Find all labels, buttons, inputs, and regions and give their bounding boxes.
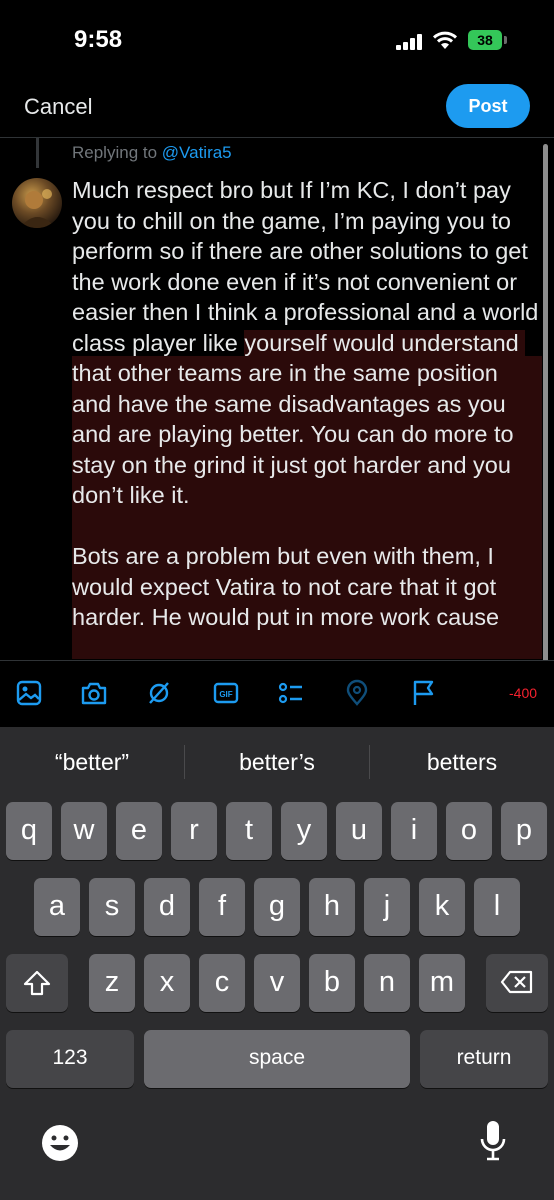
key-b[interactable]: b — [309, 954, 355, 1012]
key-j[interactable]: j — [364, 878, 410, 936]
compose-header: Cancel Post — [0, 84, 554, 136]
camera-icon[interactable] — [80, 679, 108, 707]
key-v[interactable]: v — [254, 954, 300, 1012]
reply-handle[interactable]: @Vatira5 — [162, 143, 232, 162]
key-o[interactable]: o — [446, 802, 492, 860]
keyboard: “better” better’s betters q w e r t y u … — [0, 727, 554, 1200]
thread-line — [36, 138, 39, 168]
space-key[interactable]: space — [144, 1030, 410, 1088]
microphone-icon[interactable] — [478, 1119, 508, 1168]
key-p[interactable]: p — [501, 802, 547, 860]
key-d[interactable]: d — [144, 878, 190, 936]
compose-textarea[interactable]: Much respect bro but If I’m KC, I don’t … — [72, 175, 542, 659]
character-counter: -400 — [509, 685, 538, 701]
compose-toolbar: GIF -400 — [0, 660, 554, 727]
key-h[interactable]: h — [309, 878, 355, 936]
key-z[interactable]: z — [89, 954, 135, 1012]
scrollbar[interactable] — [543, 144, 548, 664]
key-i[interactable]: i — [391, 802, 437, 860]
status-bar: 9:58 38 — [0, 0, 554, 84]
return-key[interactable]: return — [420, 1030, 548, 1088]
header-divider — [0, 137, 554, 138]
cellular-signal-icon — [396, 34, 426, 50]
grok-icon[interactable] — [145, 679, 173, 707]
key-c[interactable]: c — [199, 954, 245, 1012]
key-m[interactable]: m — [419, 954, 465, 1012]
suggestion-bar: “better” better’s betters — [0, 727, 554, 797]
suggestion-3[interactable]: betters — [370, 749, 554, 776]
key-f[interactable]: f — [199, 878, 245, 936]
key-g[interactable]: g — [254, 878, 300, 936]
shift-key[interactable] — [6, 954, 68, 1012]
emoji-icon[interactable] — [40, 1123, 80, 1168]
wifi-icon — [432, 30, 458, 55]
key-q[interactable]: q — [6, 802, 52, 860]
suggestion-2[interactable]: better’s — [185, 749, 369, 776]
key-u[interactable]: u — [336, 802, 382, 860]
key-x[interactable]: x — [144, 954, 190, 1012]
battery-icon: 38 — [468, 30, 502, 50]
delete-key[interactable] — [486, 954, 548, 1012]
location-icon — [343, 679, 371, 707]
compose-text-over-limit-2: Bots are a problem but even with them, I… — [72, 543, 503, 630]
battery-tip — [504, 36, 507, 44]
svg-text:GIF: GIF — [219, 690, 232, 699]
status-time: 9:58 — [74, 26, 123, 53]
key-l[interactable]: l — [474, 878, 520, 936]
gif-icon[interactable]: GIF — [212, 679, 240, 707]
key-r[interactable]: r — [171, 802, 217, 860]
key-t[interactable]: t — [226, 802, 272, 860]
key-s[interactable]: s — [89, 878, 135, 936]
key-n[interactable]: n — [364, 954, 410, 1012]
key-k[interactable]: k — [419, 878, 465, 936]
cancel-button[interactable]: Cancel — [24, 94, 92, 120]
suggestion-1[interactable]: “better” — [0, 749, 184, 776]
compose-text-within-limit: Much respect bro but If I’m KC, I don’t … — [72, 177, 539, 356]
key-y[interactable]: y — [281, 802, 327, 860]
key-a[interactable]: a — [34, 878, 80, 936]
key-e[interactable]: e — [116, 802, 162, 860]
avatar[interactable] — [12, 178, 62, 228]
replying-to: Replying to @Vatira5 — [72, 143, 232, 163]
key-w[interactable]: w — [61, 802, 107, 860]
poll-icon[interactable] — [277, 679, 305, 707]
image-icon[interactable] — [15, 679, 43, 707]
compose-text-over-limit: yourself would understand that other tea… — [72, 329, 526, 508]
numbers-key[interactable]: 123 — [6, 1030, 134, 1088]
post-button[interactable]: Post — [446, 84, 530, 128]
replying-to-label: Replying to — [72, 143, 162, 162]
flag-icon[interactable] — [410, 679, 438, 707]
